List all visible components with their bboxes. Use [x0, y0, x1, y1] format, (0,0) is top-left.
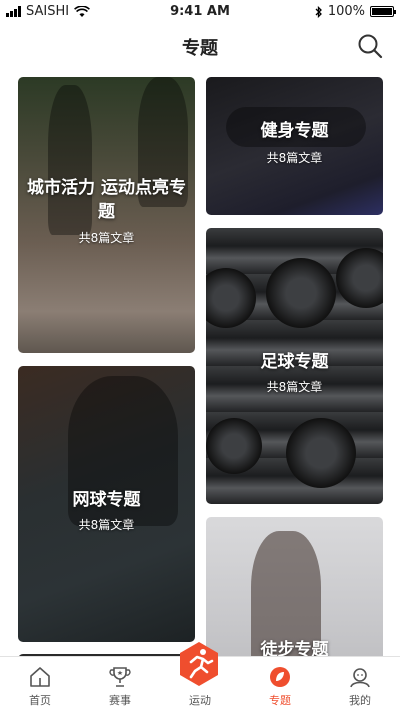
dumbbell-image [206, 268, 256, 328]
trophy-icon [109, 667, 131, 687]
topic-count: 共8篇文章 [266, 151, 323, 165]
topic-count: 共8篇文章 [78, 518, 135, 532]
tab-topics[interactable]: 专题 [240, 657, 320, 710]
topic-title: 足球专题 [260, 352, 329, 372]
tab-label: 首页 [29, 694, 51, 707]
dumbbell-image [336, 248, 383, 308]
nav-bar: 专题 [0, 24, 400, 68]
tab-home[interactable]: 首页 [0, 657, 80, 710]
topic-card-tennis[interactable]: 网球专题 共8篇文章 [18, 366, 195, 642]
topic-card-city-vitality[interactable]: 城市活力 运动点亮专题 共8篇文章 [18, 77, 195, 353]
topic-card-hiking[interactable]: 徒步专题 [206, 517, 383, 656]
bluetooth-icon [315, 5, 322, 18]
tab-label: 专题 [269, 694, 291, 707]
topic-count: 共8篇文章 [266, 380, 323, 394]
topic-card-football[interactable]: 足球专题 共8篇文章 [206, 228, 383, 504]
topic-title: 城市活力 运动点亮专题 [27, 178, 186, 222]
page-title: 专题 [182, 38, 218, 59]
topic-card-fitness[interactable]: 健身专题 共8篇文章 [206, 77, 383, 215]
topic-title: 健身专题 [260, 121, 329, 141]
battery-icon [370, 6, 396, 17]
tab-label: 我的 [349, 694, 371, 707]
tab-label: 赛事 [109, 694, 131, 707]
tab-label: 运动 [189, 694, 211, 707]
topic-icon [270, 667, 290, 687]
dumbbell-image [206, 418, 262, 474]
battery-percent: 100% [327, 4, 365, 19]
topic-count: 共8篇文章 [78, 231, 135, 245]
home-icon [30, 667, 50, 687]
search-icon[interactable] [356, 32, 384, 60]
dumbbell-image [286, 418, 356, 488]
tab-profile[interactable]: 我的 [320, 657, 400, 710]
dumbbell-image [266, 258, 336, 328]
status-bar: SAISHI 9:41 AM 100% [0, 0, 400, 24]
profile-icon [350, 668, 370, 688]
runner-icon[interactable] [176, 641, 222, 687]
topic-title: 徒步专题 [260, 640, 329, 656]
tab-events[interactable]: 赛事 [80, 657, 160, 710]
topic-list: 城市活力 运动点亮专题 共8篇文章 健身专题 共8篇文章 网球专题 共8篇文章 … [0, 68, 400, 656]
topic-title: 网球专题 [72, 490, 141, 510]
status-right: 100% [315, 4, 396, 19]
